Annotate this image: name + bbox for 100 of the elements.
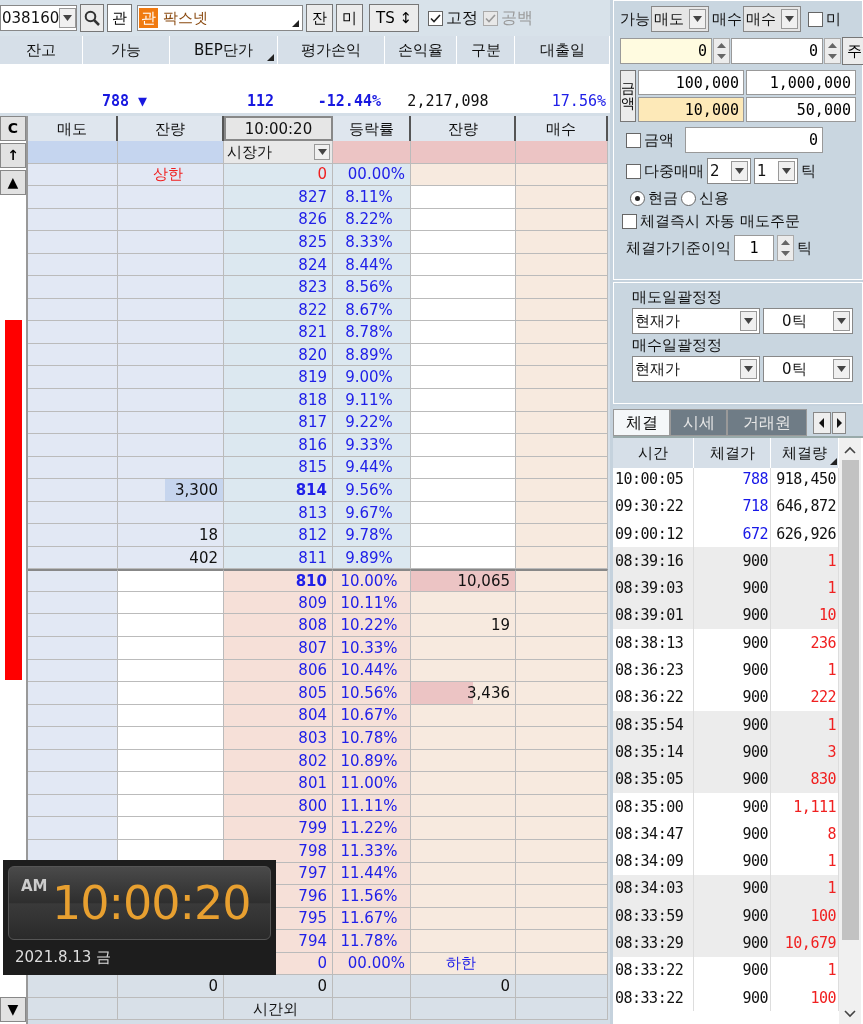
amount-preset-field[interactable]: 50,000: [746, 97, 856, 122]
quantity-field[interactable]: 0: [731, 38, 823, 64]
tick-dropdown[interactable]: 1: [754, 158, 798, 184]
table-cell: 09:30:22: [613, 492, 694, 520]
scrollbar[interactable]: [839, 438, 861, 1024]
caret-icon: [693, 16, 702, 22]
table-cell: -12.44%: [278, 88, 385, 113]
table-cell: 8.22%: [333, 208, 411, 232]
spinner-icon[interactable]: [777, 235, 794, 261]
amount-preset-field[interactable]: 1,000,000: [746, 70, 856, 95]
stock-name: 팍스넷: [163, 9, 208, 27]
scroll-down-button[interactable]: ▼: [0, 997, 26, 1022]
table-cell: 11.22%: [333, 817, 411, 840]
table-cell: 08:34:03: [613, 874, 694, 903]
buy-type-dropdown[interactable]: 매수: [743, 6, 801, 32]
unit-label: 틱: [801, 162, 816, 180]
side-button[interactable]: ↑: [0, 143, 26, 168]
table-cell: 0: [224, 975, 333, 998]
checkbox-label: 공백: [501, 8, 533, 28]
order-type-dropdown[interactable]: 시장가: [224, 141, 333, 164]
column-header: 매수: [516, 116, 608, 141]
checkbox[interactable]: [428, 10, 443, 26]
table-cell: 0: [411, 975, 516, 998]
market-button[interactable]: 관: [107, 4, 132, 32]
amount-field[interactable]: 0: [685, 127, 823, 153]
header-text: 평가손익: [301, 41, 361, 59]
unit-button[interactable]: 주: [842, 37, 863, 65]
checkbox-label: 고정: [446, 8, 478, 28]
caret-icon: [744, 366, 753, 372]
table-cell: 8.67%: [333, 298, 411, 322]
header-text: 체결량: [782, 444, 827, 462]
tick-dropdown[interactable]: 2: [707, 158, 751, 184]
table-cell: 9.89%: [333, 546, 411, 570]
checkbox[interactable]: [626, 163, 641, 179]
side-button[interactable]: C: [0, 116, 26, 141]
table-cell: 9.11%: [333, 389, 411, 412]
table-cell: 402: [118, 546, 224, 570]
table-cell: 11.56%: [333, 885, 411, 908]
price-type-dropdown[interactable]: 현재가: [632, 308, 760, 334]
tab[interactable]: 시세: [670, 409, 727, 436]
toolbar-button[interactable]: 미: [336, 4, 363, 32]
table-cell: 0: [118, 975, 224, 998]
table-cell: 11.67%: [333, 907, 411, 931]
table-cell: 8.78%: [333, 321, 411, 344]
table-cell: 818: [224, 389, 333, 412]
table-cell: 10.44%: [333, 659, 411, 683]
table-cell: 900: [694, 874, 771, 903]
tick-dropdown[interactable]: 0틱: [763, 308, 853, 334]
table-cell: 8.89%: [333, 343, 411, 367]
table-cell: 11.78%: [333, 930, 411, 953]
table-cell: 805: [224, 682, 333, 705]
sort-icon: [267, 54, 274, 61]
spinner-icon[interactable]: [713, 38, 730, 64]
checkbox[interactable]: [808, 11, 823, 27]
radio-button[interactable]: [681, 190, 696, 206]
table-cell: 08:35:54: [613, 710, 694, 739]
quantity-field[interactable]: 0: [620, 38, 712, 64]
time-header: 10:00:20: [224, 116, 333, 141]
toolbar-button[interactable]: 잔: [306, 4, 333, 32]
search-button[interactable]: [80, 4, 104, 32]
table-cell: 00.00%: [333, 952, 411, 976]
radio-button[interactable]: [630, 190, 645, 206]
table-cell: 8.56%: [333, 276, 411, 299]
stock-name-field[interactable]: 관 팍스넷: [137, 5, 303, 31]
table-cell: 10.78%: [333, 727, 411, 750]
header-text: 잔고: [26, 41, 56, 59]
caret-icon: [63, 15, 73, 21]
caret-icon: [837, 366, 846, 372]
spinner-icon[interactable]: [824, 38, 841, 64]
side-button[interactable]: ▲: [0, 170, 26, 195]
unit-label: 틱: [797, 239, 812, 257]
table-cell: 802: [224, 749, 333, 773]
sell-type-dropdown[interactable]: 매도: [651, 6, 709, 32]
stock-code-combo[interactable]: 038160: [0, 5, 77, 31]
table-cell: 10.33%: [333, 637, 411, 660]
table-cell: 809: [224, 591, 333, 615]
toolbar-button[interactable]: TS ↕: [369, 4, 419, 32]
amount-preset-field[interactable]: 10,000: [638, 97, 744, 122]
table-cell: 9.56%: [333, 479, 411, 502]
table-cell: 11.44%: [333, 862, 411, 886]
tick-dropdown[interactable]: 0틱: [763, 356, 853, 382]
checkbox[interactable]: [622, 213, 637, 229]
price-type-dropdown[interactable]: 현재가: [632, 356, 760, 382]
checkbox-label: 다중매매: [644, 162, 704, 180]
table-cell: 803: [224, 727, 333, 750]
table-cell: 819: [224, 366, 333, 389]
table-cell: 10.56%: [333, 682, 411, 705]
checkbox-label: 금액: [644, 131, 674, 149]
checkbox[interactable]: [626, 132, 641, 148]
profit-field[interactable]: 1: [734, 235, 774, 261]
table-cell: 08:39:03: [613, 574, 694, 602]
amount-button[interactable]: 금액: [620, 70, 636, 122]
tab[interactable]: 체결: [613, 409, 670, 436]
table-cell: 17.56%: [515, 88, 610, 113]
table-cell: 11.00%: [333, 772, 411, 795]
table-cell: 8.11%: [333, 186, 411, 209]
table-cell: 10.89%: [333, 749, 411, 773]
table-cell: 823: [224, 276, 333, 299]
amount-preset-field[interactable]: 100,000: [638, 70, 744, 95]
caret-icon: [782, 168, 791, 174]
